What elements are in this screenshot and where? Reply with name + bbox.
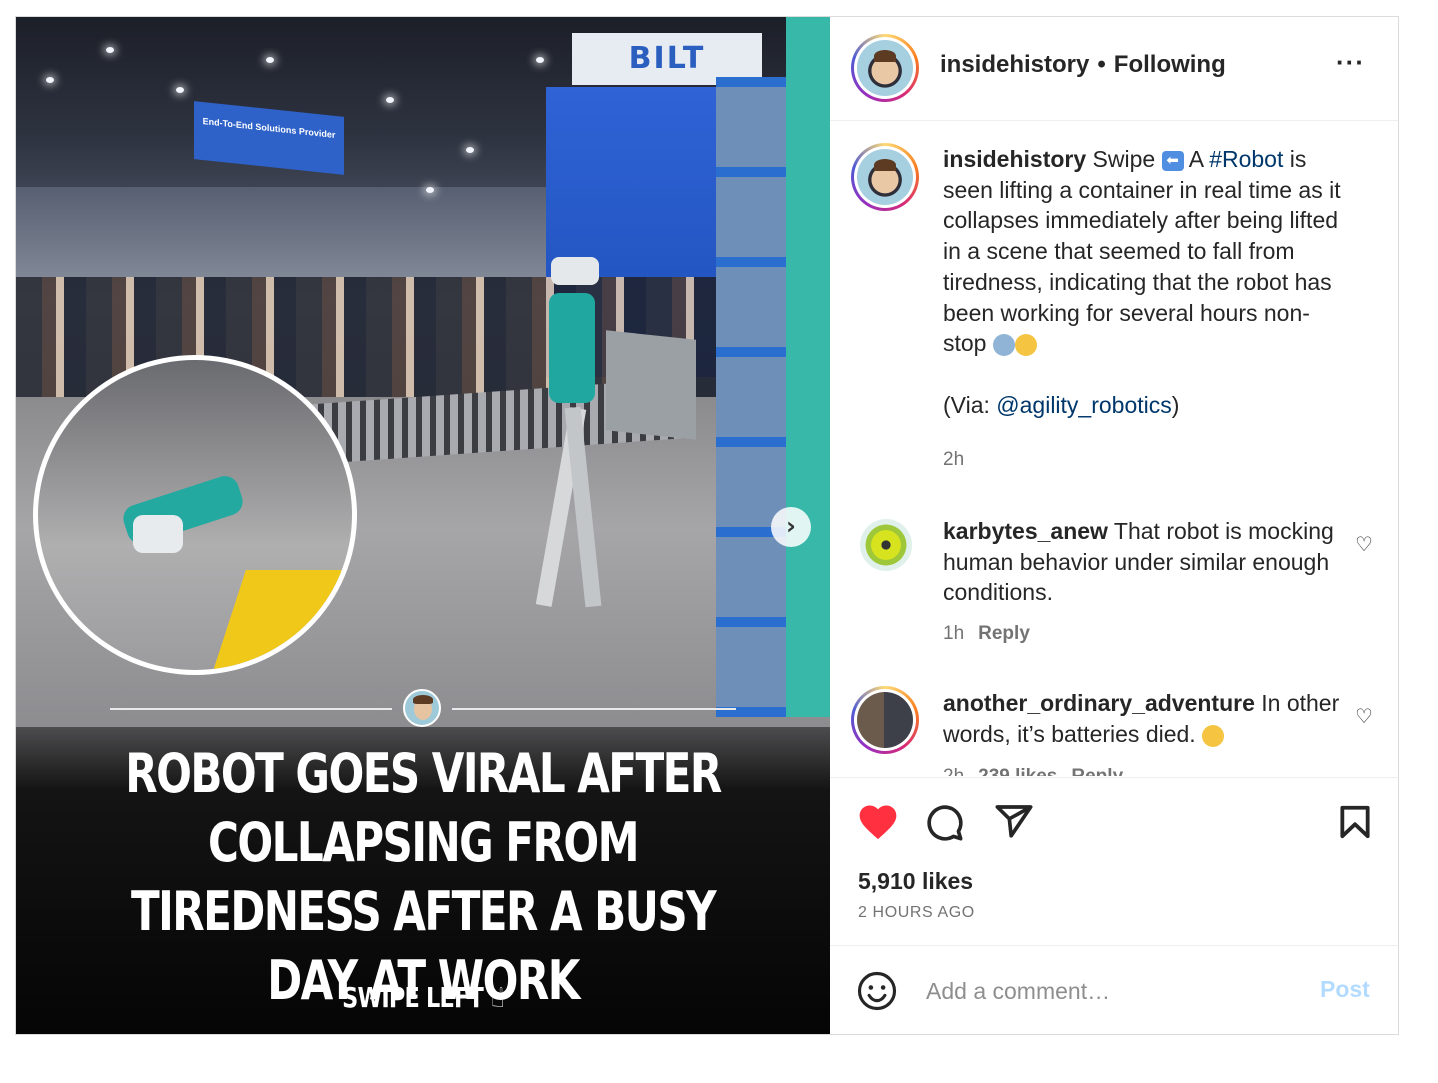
reply-button[interactable]: Reply bbox=[1071, 766, 1123, 776]
comment-username[interactable]: karbytes_anew bbox=[943, 518, 1108, 544]
author-avatar[interactable] bbox=[851, 34, 919, 102]
post-time-ago[interactable]: 2 HOURS AGO bbox=[858, 904, 975, 922]
swipe-label: SWIPE LEFT bbox=[342, 981, 484, 1014]
divider-left bbox=[110, 708, 392, 710]
caption-time[interactable]: 2h bbox=[943, 449, 964, 470]
crate bbox=[606, 330, 696, 440]
mention-agility-link[interactable]: @agility_robotics bbox=[996, 392, 1171, 418]
ceiling-light bbox=[536, 57, 544, 63]
author-username[interactable]: insidehistory bbox=[940, 51, 1089, 78]
caption-text: insidehistory Swipe ⬅ A #Robot is seen l… bbox=[943, 144, 1343, 420]
caption-meta: 2h bbox=[943, 449, 978, 471]
comment-text: karbytes_anew That robot is mocking huma… bbox=[943, 516, 1343, 608]
comment-time[interactable]: 2h bbox=[943, 766, 964, 776]
comment-like-heart-icon[interactable]: ♡ bbox=[1355, 704, 1373, 729]
action-bar: 5,910 likes 2 HOURS AGO bbox=[830, 777, 1398, 946]
add-comment-input[interactable] bbox=[924, 970, 1308, 1012]
shelf bbox=[716, 77, 786, 717]
media-headline: ROBOT GOES VIRAL AFTER COLLAPSING FROM T… bbox=[125, 742, 722, 1013]
caption-body: is seen lifting a container in real time… bbox=[943, 146, 1341, 357]
comments-list[interactable]: insidehistory Swipe ⬅ A #Robot is seen l… bbox=[830, 121, 1398, 776]
post-comment-button[interactable]: Post bbox=[1320, 976, 1370, 1003]
robot bbox=[535, 257, 611, 627]
bookmark-save-icon[interactable] bbox=[1336, 802, 1374, 842]
post-header: insidehistory • Following ··· bbox=[830, 17, 1398, 121]
via-prefix: (Via: bbox=[943, 391, 990, 418]
yellow-ramp bbox=[210, 570, 352, 670]
robot-leg bbox=[564, 406, 602, 608]
swipe-left-text: SWIPE LEFT ☝ bbox=[97, 981, 748, 1014]
caption-swipe: Swipe bbox=[1092, 146, 1156, 172]
reply-button[interactable]: Reply bbox=[978, 623, 1030, 644]
robot-torso bbox=[549, 293, 595, 403]
comment-time[interactable]: 1h bbox=[943, 623, 964, 644]
media-avatar bbox=[403, 689, 441, 727]
ceiling-light bbox=[176, 87, 184, 93]
comment-avatar[interactable] bbox=[851, 686, 919, 754]
ceiling-light bbox=[386, 97, 394, 103]
caption-username[interactable]: insidehistory bbox=[943, 146, 1086, 172]
fallen-robot-head bbox=[133, 515, 183, 553]
likes-count[interactable]: 5,910 likes bbox=[858, 868, 973, 895]
like-heart-icon[interactable] bbox=[856, 800, 900, 844]
woozy-face-emoji-icon bbox=[1014, 334, 1037, 357]
add-comment-row: Post bbox=[830, 945, 1398, 1035]
separator-dot: • bbox=[1097, 51, 1106, 78]
robot-head bbox=[551, 257, 599, 285]
wall-teal bbox=[786, 17, 830, 717]
comment-meta: 1h Reply bbox=[943, 623, 1044, 645]
comment-meta: 2h 239 likes Reply bbox=[943, 766, 1137, 776]
comment-username[interactable]: another_ordinary_adventure bbox=[943, 690, 1255, 716]
eye-roll-emoji-icon bbox=[1202, 724, 1225, 747]
robot-emoji-icon bbox=[992, 334, 1015, 357]
more-horizontal-icon[interactable]: ··· bbox=[1336, 47, 1365, 78]
ceiling-light bbox=[426, 187, 434, 193]
comment-like-heart-icon[interactable]: ♡ bbox=[1355, 532, 1373, 557]
ceiling-light bbox=[466, 147, 474, 153]
comment-bubble-icon[interactable] bbox=[924, 802, 964, 842]
post-card: BILT End-To-End Solutions Provider ROBOT… bbox=[15, 16, 1399, 1035]
ceiling-light bbox=[106, 47, 114, 53]
caption-avatar[interactable] bbox=[851, 143, 919, 211]
ceiling-light bbox=[46, 77, 54, 83]
ceiling-light bbox=[266, 57, 274, 63]
comment-text: another_ordinary_adventure In other word… bbox=[943, 688, 1343, 749]
hand-pointer-icon: ☝ bbox=[491, 981, 505, 1014]
via-suffix: ) bbox=[1171, 391, 1180, 418]
comment-avatar[interactable] bbox=[860, 519, 912, 571]
chevron-right-icon: › bbox=[786, 512, 796, 540]
emoji-smiley-icon[interactable] bbox=[856, 970, 898, 1012]
post-media[interactable]: BILT End-To-End Solutions Provider ROBOT… bbox=[16, 17, 830, 1034]
side-panel: insidehistory • Following ··· insidehistor… bbox=[830, 17, 1398, 1034]
divider-right bbox=[452, 708, 736, 710]
share-paper-plane-icon[interactable] bbox=[994, 802, 1034, 842]
caption-a: A bbox=[1188, 146, 1203, 172]
inset-fallen-robot bbox=[33, 355, 357, 675]
comment-likes[interactable]: 239 likes bbox=[978, 766, 1057, 776]
following-button[interactable]: Following bbox=[1114, 51, 1226, 78]
header-author: insidehistory • Following bbox=[940, 51, 1226, 79]
left-arrow-emoji-icon: ⬅ bbox=[1161, 150, 1184, 171]
hashtag-robot-link[interactable]: #Robot bbox=[1209, 146, 1283, 172]
next-slide-button[interactable]: › bbox=[771, 507, 811, 547]
